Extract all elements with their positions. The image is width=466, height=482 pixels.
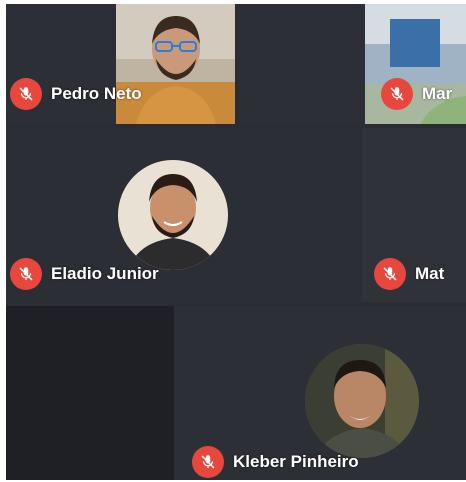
participant-label-row: Mar [381,76,452,112]
meeting-grid: Pedro Neto Mar Eladio Junior Mat Kleber … [6,4,466,480]
participant-tile-mar[interactable]: Mar [239,4,466,124]
participant-avatar [305,344,419,458]
participant-tile-mat[interactable]: Mat [362,128,466,302]
participant-label-row: Eladio Junior [10,256,159,292]
participant-avatar [118,160,228,270]
participant-label-row: Mat [374,256,444,292]
participant-name: Mat [415,264,445,283]
participant-name: Pedro Neto [51,84,142,103]
mic-off-icon [10,78,42,110]
participant-label-row: Pedro Neto [10,76,142,112]
participant-name: Kleber Pinheiro [233,452,359,471]
participant-name: Eladio Junior [51,264,159,283]
participant-name: Mar [422,84,453,103]
participant-tile-pedro-neto[interactable]: Pedro Neto [6,4,235,124]
mic-off-icon [10,258,42,290]
avatar-photo [118,160,228,270]
participant-label-row: Kleber Pinheiro [192,444,359,480]
participant-tile-kleber-pinheiro[interactable]: Kleber Pinheiro [174,306,466,480]
mic-off-icon [381,78,413,110]
mic-off-icon [192,446,224,478]
mic-off-icon [374,258,406,290]
participant-tile-eladio-junior[interactable]: Eladio Junior [6,128,362,302]
empty-tile [6,306,174,480]
avatar-photo [305,344,419,458]
